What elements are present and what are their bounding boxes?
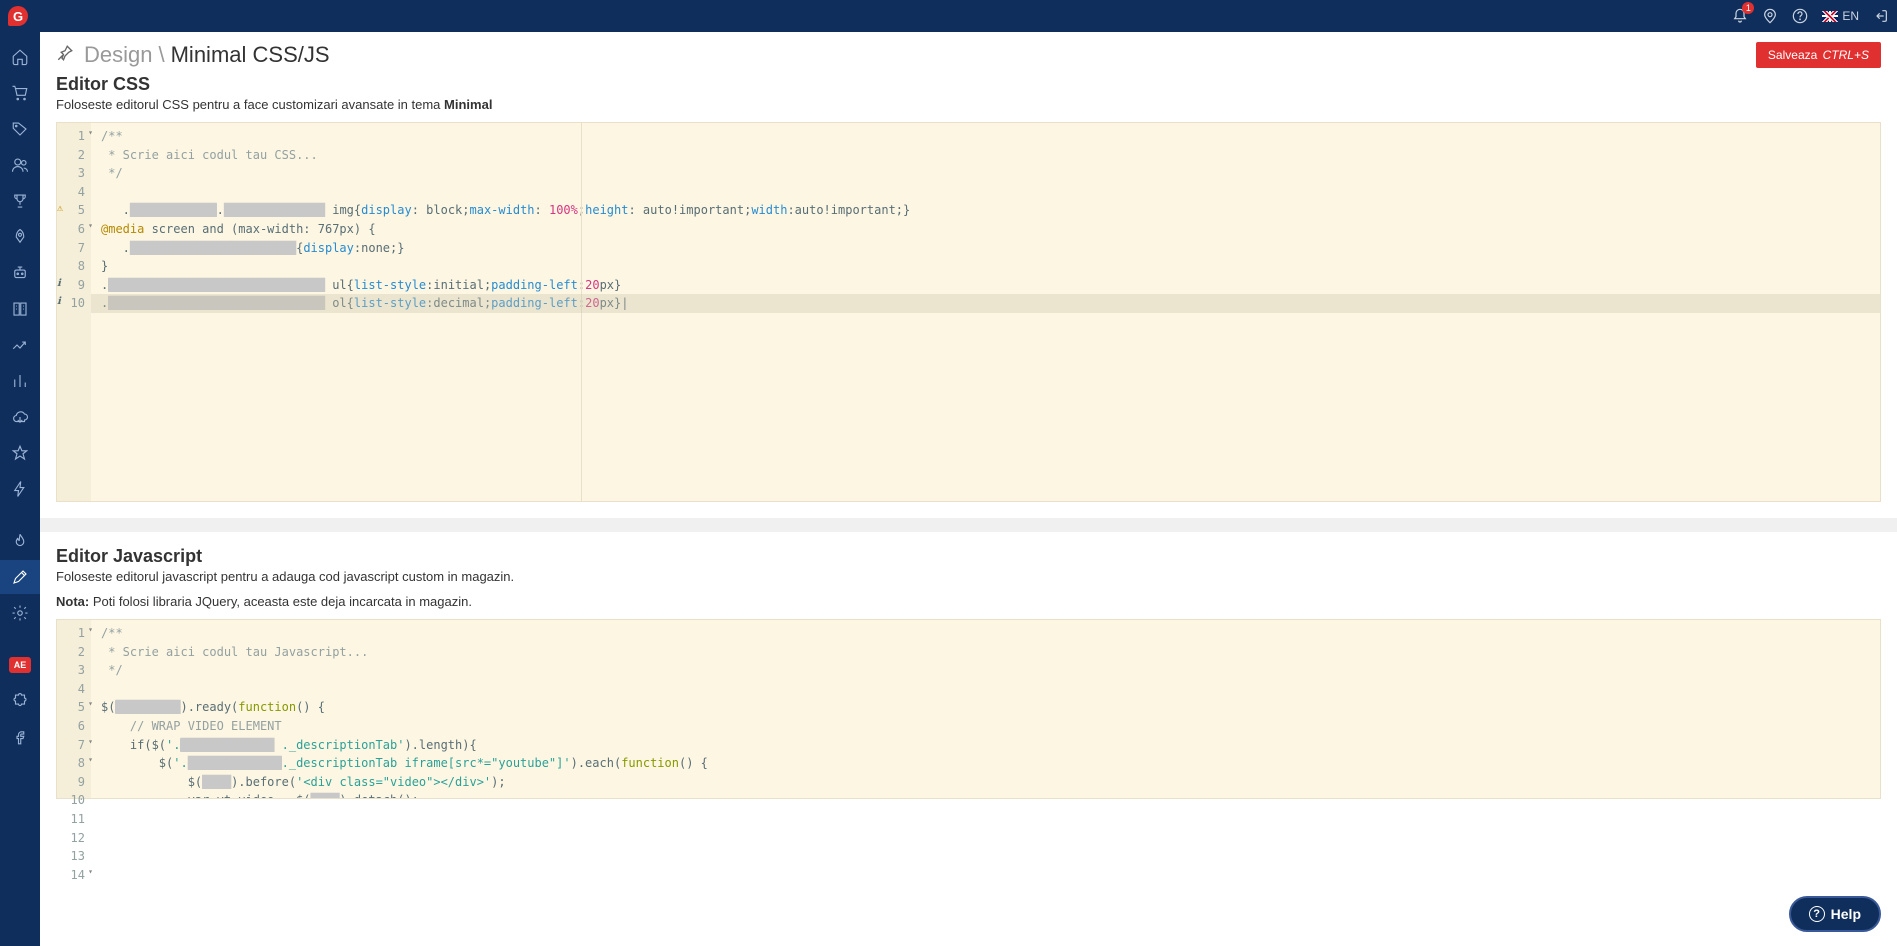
topbar: 1 EN bbox=[0, 0, 1897, 32]
save-label: Salveaza bbox=[1768, 48, 1817, 62]
nav-settings[interactable] bbox=[0, 596, 40, 630]
nav-rocket[interactable] bbox=[0, 220, 40, 254]
breadcrumb-sep: \ bbox=[158, 42, 164, 68]
nav-facebook[interactable] bbox=[0, 720, 40, 754]
css-editor[interactable]: 1234 5678 910 /** * Scrie aici codul tau… bbox=[56, 122, 1881, 502]
css-desc: Foloseste editorul CSS pentru a face cus… bbox=[56, 97, 1881, 112]
page-header: Design \ Minimal CSS/JS Salveaza CTRL+S bbox=[40, 32, 1897, 74]
nav-design[interactable] bbox=[0, 560, 40, 594]
nav-star[interactable] bbox=[0, 436, 40, 470]
nav-bolt[interactable] bbox=[0, 472, 40, 506]
main-content: Design \ Minimal CSS/JS Salveaza CTRL+S … bbox=[40, 32, 1897, 946]
breadcrumb-parent[interactable]: Design bbox=[84, 42, 152, 68]
save-shortcut: CTRL+S bbox=[1823, 48, 1869, 62]
nav-book[interactable] bbox=[0, 292, 40, 326]
js-gutter: 1234 5678 91011121314 bbox=[57, 620, 91, 798]
logo-icon[interactable] bbox=[8, 6, 28, 26]
save-button[interactable]: Salveaza CTRL+S bbox=[1756, 42, 1881, 68]
nav-puzzle[interactable] bbox=[0, 684, 40, 718]
language-selector[interactable]: EN bbox=[1822, 9, 1859, 23]
notification-badge: 1 bbox=[1742, 2, 1754, 14]
nav-users[interactable] bbox=[0, 148, 40, 182]
flag-uk-icon bbox=[1822, 11, 1838, 22]
nav-home[interactable] bbox=[0, 40, 40, 74]
location-icon[interactable] bbox=[1762, 8, 1778, 24]
logout-icon[interactable] bbox=[1873, 8, 1889, 24]
help-button[interactable]: ? Help bbox=[1789, 896, 1881, 932]
css-code[interactable]: /** * Scrie aici codul tau CSS... */ .██… bbox=[91, 123, 1880, 501]
nav-stats[interactable] bbox=[0, 364, 40, 398]
nav-robot[interactable] bbox=[0, 256, 40, 290]
nav-tag[interactable] bbox=[0, 112, 40, 146]
nav-trend[interactable] bbox=[0, 328, 40, 362]
js-editor[interactable]: 1234 5678 91011121314 /** * Scrie aici c… bbox=[56, 619, 1881, 799]
css-title: Editor CSS bbox=[56, 74, 1881, 95]
css-gutter: 1234 5678 910 bbox=[57, 123, 91, 501]
js-code[interactable]: /** * Scrie aici codul tau Javascript...… bbox=[91, 620, 1880, 798]
nav-flame[interactable] bbox=[0, 524, 40, 558]
breadcrumb-current: Minimal CSS/JS bbox=[171, 42, 330, 68]
js-section: Editor Javascript Foloseste editorul jav… bbox=[40, 532, 1897, 815]
breadcrumb: Design \ Minimal CSS/JS bbox=[56, 42, 330, 68]
notifications-icon[interactable]: 1 bbox=[1732, 8, 1748, 24]
nav-trophy[interactable] bbox=[0, 184, 40, 218]
css-section: Editor CSS Foloseste editorul CSS pentru… bbox=[40, 74, 1897, 518]
nav-ae-badge[interactable]: AE bbox=[9, 657, 31, 673]
question-icon: ? bbox=[1809, 906, 1825, 922]
help-icon[interactable] bbox=[1792, 8, 1808, 24]
help-label: Help bbox=[1831, 906, 1861, 922]
nav-cart[interactable] bbox=[0, 76, 40, 110]
pin-icon[interactable] bbox=[56, 42, 74, 68]
js-title: Editor Javascript bbox=[56, 546, 1881, 567]
js-desc: Foloseste editorul javascript pentru a a… bbox=[56, 569, 1881, 584]
topbar-right: 1 EN bbox=[1732, 8, 1889, 24]
js-note: Nota: Poti folosi libraria JQuery, aceas… bbox=[56, 594, 1881, 609]
nav-cloud[interactable] bbox=[0, 400, 40, 434]
lang-label: EN bbox=[1842, 9, 1859, 23]
sidebar: AE bbox=[0, 32, 40, 946]
